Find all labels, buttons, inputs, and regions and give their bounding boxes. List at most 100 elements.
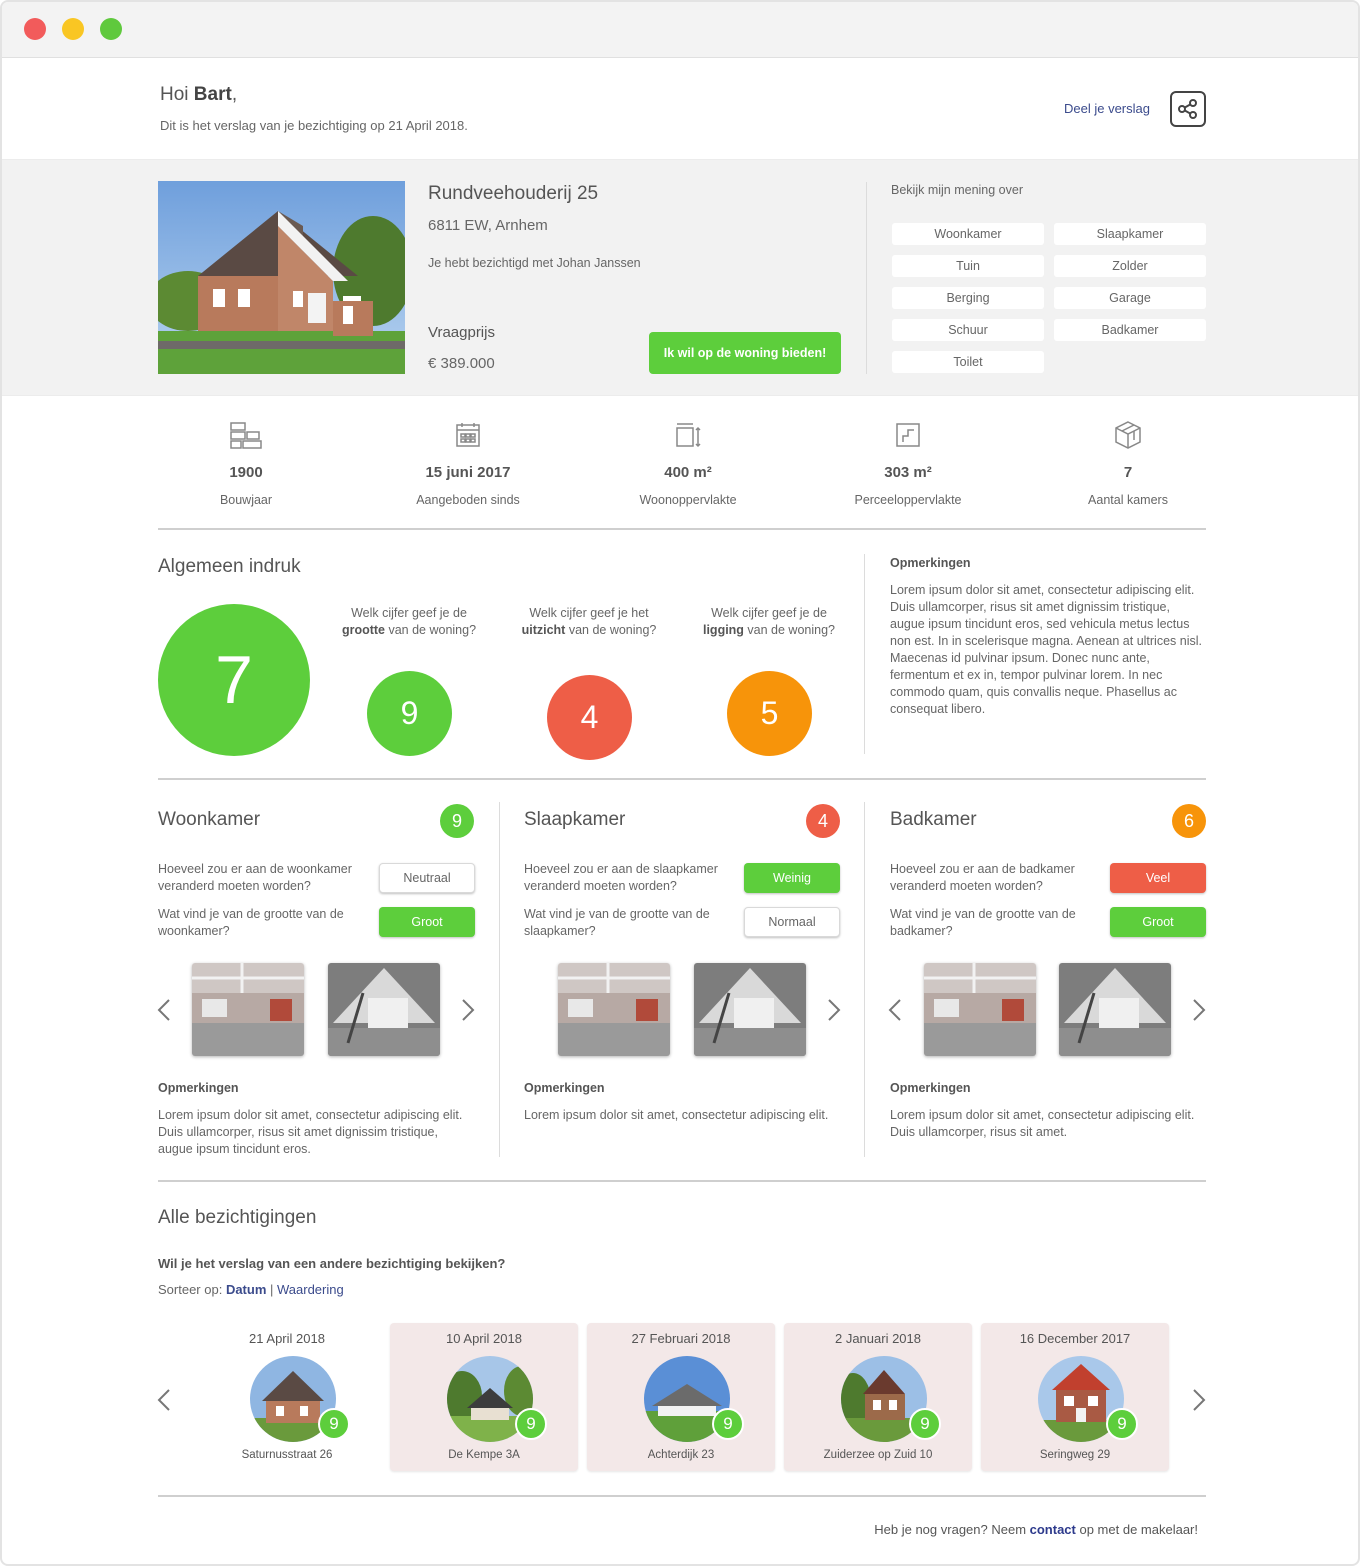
overall-remarks: Lorem ipsum dolor sit amet, consectetur … — [890, 583, 1202, 716]
room-chip-schuur[interactable]: Schuur — [892, 319, 1044, 341]
sort-by-rating-link[interactable]: Waardering — [277, 1282, 344, 1297]
room-photo[interactable] — [1059, 963, 1171, 1056]
floor-area-icon — [676, 423, 701, 448]
room-chip-toilet[interactable]: Toilet — [892, 351, 1044, 373]
question-keyword: grootte — [341, 623, 385, 637]
room-chip-tuin[interactable]: Tuin — [892, 255, 1044, 277]
viewings-prev-button[interactable] — [154, 1386, 174, 1414]
viewing-card[interactable]: 16 December 2017 9 Seringweg 29 — [981, 1323, 1169, 1471]
chevron-right-icon — [462, 999, 475, 1021]
overall-divider — [864, 554, 865, 754]
calendar-icon — [456, 423, 480, 447]
score-size: 9 — [367, 671, 452, 756]
greeting-prefix: Hoi — [160, 84, 194, 105]
answer-change-button[interactable]: Neutraal — [379, 863, 475, 893]
gallery-prev-button[interactable] — [154, 996, 174, 1024]
property-address: Rundveehouderij 25 — [428, 183, 599, 204]
room-photo[interactable] — [694, 963, 806, 1056]
room-divider — [864, 802, 865, 1157]
window-titlebar — [2, 2, 1358, 58]
room-chip-slaapkamer[interactable]: Slaapkamer — [1054, 223, 1206, 245]
chevron-right-icon — [828, 999, 841, 1021]
chevron-left-icon — [888, 999, 901, 1021]
room-remarks-title: Opmerkingen — [524, 1081, 605, 1095]
room-photo[interactable] — [558, 963, 670, 1056]
gallery-prev-button[interactable] — [885, 996, 905, 1024]
question-text: Welk cijfer geef je de — [351, 606, 467, 620]
minimize-window-button[interactable] — [62, 18, 84, 40]
gallery-next-button[interactable] — [824, 996, 844, 1024]
viewing-card[interactable]: 21 April 2018 9 Saturnusstraat 26 — [193, 1323, 381, 1471]
divider — [158, 778, 1206, 780]
room-photo[interactable] — [924, 963, 1036, 1056]
close-window-button[interactable] — [24, 18, 46, 40]
room-title-woonkamer: Woonkamer — [158, 809, 261, 830]
room-question-change: Hoeveel zou er aan de slaapkamer verande… — [524, 862, 718, 893]
sort-prefix: Sorteer op: — [158, 1282, 226, 1297]
divider — [158, 528, 1206, 530]
room-remarks: Lorem ipsum dolor sit amet, consectetur … — [158, 1108, 463, 1156]
viewing-score-badge: 9 — [909, 1408, 941, 1440]
gallery-next-button[interactable] — [458, 996, 478, 1024]
answer-size-button[interactable]: Normaal — [744, 907, 840, 937]
viewings-question: Wil je het verslag van een andere bezich… — [158, 1256, 506, 1271]
room-score-badge: 9 — [440, 804, 474, 838]
room-chip-garage[interactable]: Garage — [1054, 287, 1206, 309]
answer-size-button[interactable]: Groot — [379, 907, 475, 937]
chevron-left-icon — [157, 999, 170, 1021]
contact-link[interactable]: contact — [1030, 1522, 1076, 1537]
question-text: van de woning? — [385, 623, 477, 637]
room-score-badge: 4 — [806, 804, 840, 838]
room-score-badge: 6 — [1172, 804, 1206, 838]
room-title-slaapkamer: Slaapkamer — [524, 809, 626, 830]
question-text: van de woning? — [565, 623, 657, 637]
stat-label: Bouwjaar — [219, 493, 273, 507]
gallery-next-button[interactable] — [1189, 996, 1209, 1024]
stat-label: Aantal kamers — [1088, 493, 1168, 507]
sort-by-date-link[interactable]: Datum — [226, 1282, 266, 1297]
room-chip-zolder[interactable]: Zolder — [1054, 255, 1206, 277]
room-chip-woonkamer[interactable]: Woonkamer — [892, 223, 1044, 245]
viewing-address: Zuiderzee op Zuid 10 — [823, 1449, 933, 1461]
share-report-link[interactable]: Deel je verslag — [1064, 101, 1150, 116]
viewings-next-button[interactable] — [1189, 1386, 1209, 1414]
user-name: Bart — [193, 84, 232, 105]
room-photo[interactable] — [192, 963, 304, 1056]
property-photo — [158, 181, 405, 374]
room-chip-badkamer[interactable]: Badkamer — [1054, 319, 1206, 341]
question-size: Welk cijfer geef je de grootte van de won… — [329, 605, 489, 639]
stat-value: 1900 — [229, 464, 263, 481]
question-text: van de woning? — [743, 623, 835, 637]
room-chip-berging[interactable]: Berging — [892, 287, 1044, 309]
viewing-card[interactable]: 27 Februari 2018 9 Achterdijk 23 — [587, 1323, 775, 1471]
question-text: Welk cijfer geef je de — [711, 606, 827, 620]
answer-size-button[interactable]: Groot — [1110, 907, 1206, 937]
answer-change-button[interactable]: Weinig — [744, 863, 840, 893]
asking-price: € 389.000 — [428, 355, 495, 372]
score-view: 4 — [547, 675, 632, 760]
viewing-card[interactable]: 2 Januari 2018 9 Zuiderzee op Zuid 10 — [784, 1323, 972, 1471]
stat-living-area: 400 m² Woonoppervlakte — [598, 420, 778, 507]
room-photo[interactable] — [328, 963, 440, 1056]
answer-change-button[interactable]: Veel — [1110, 863, 1206, 893]
question-text: Welk cijfer geef je het — [529, 606, 649, 620]
stat-plot-area: 303 m² Perceeloppervlakte — [818, 420, 998, 507]
maximize-window-button[interactable] — [100, 18, 122, 40]
footer-text: Heb je nog vragen? Neem — [874, 1522, 1030, 1537]
overall-title: Algemeen indruk — [158, 556, 301, 577]
chevron-right-icon — [1193, 999, 1206, 1021]
place-bid-button[interactable]: Ik wil op de woning bieden! — [649, 332, 841, 374]
viewings-title: Alle bezichtigingen — [158, 1207, 317, 1228]
hero-divider — [866, 182, 867, 374]
chevron-left-icon — [157, 1389, 170, 1411]
viewing-address: Seringweg 29 — [1039, 1449, 1111, 1461]
share-button[interactable] — [1170, 91, 1206, 127]
viewing-card[interactable]: 10 April 2018 9 De Kempe 3A — [390, 1323, 578, 1471]
stat-value: 303 m² — [884, 464, 932, 481]
room-question-size: Wat vind je van de grootte van de woonka… — [158, 907, 344, 938]
stat-value: 15 juni 2017 — [425, 464, 511, 481]
price-label: Vraagprijs — [428, 324, 495, 341]
stat-build-year: 1900 Bouwjaar — [156, 420, 336, 507]
cube-icon — [1115, 421, 1141, 449]
viewing-date: 10 April 2018 — [446, 1331, 522, 1346]
